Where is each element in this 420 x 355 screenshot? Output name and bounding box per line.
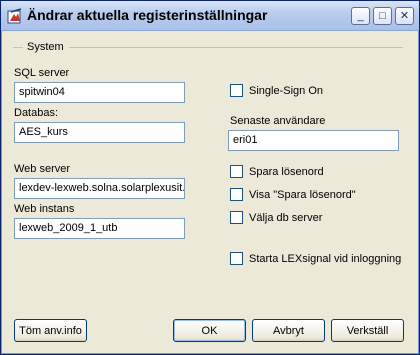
group-divider xyxy=(69,47,403,48)
starta-lexsignal-label: Starta LEXsignal vid inloggning xyxy=(249,252,402,265)
visa-spara-losenord-checkbox[interactable]: Visa "Spara lösenord" xyxy=(230,188,356,201)
maximize-icon: □ xyxy=(379,9,386,22)
checkbox-box[interactable] xyxy=(230,211,243,224)
checkbox-box[interactable] xyxy=(230,188,243,201)
checkbox-box[interactable] xyxy=(230,252,243,265)
starta-lexsignal-checkbox[interactable]: Starta LEXsignal vid inloggning xyxy=(230,252,401,265)
window-title: Ändrar aktuella registerinställningar xyxy=(27,7,268,23)
spara-losenord-label: Spara lösenord xyxy=(249,165,324,178)
minimize-button[interactable]: _ xyxy=(351,7,370,25)
spara-losenord-checkbox[interactable]: Spara lösenord xyxy=(230,165,324,178)
group-divider-left xyxy=(13,47,23,48)
valja-db-server-label: Välja db server xyxy=(249,211,323,224)
visa-spara-losenord-label: Visa "Spara lösenord" xyxy=(249,188,356,201)
maximize-button[interactable]: □ xyxy=(373,7,392,25)
senaste-anvandare-label: Senaste användare xyxy=(230,115,326,127)
settings-dialog: Ändrar aktuella registerinställningar _ … xyxy=(0,0,420,355)
web-instans-input[interactable]: lexweb_2009_1_utb xyxy=(14,218,185,239)
single-sign-on-checkbox[interactable]: Single-Sign On xyxy=(230,84,323,97)
tom-anv-info-button[interactable]: Töm anv.info xyxy=(14,319,87,342)
single-sign-on-label: Single-Sign On xyxy=(249,84,323,97)
minimize-icon: _ xyxy=(357,9,364,22)
databas-input[interactable]: AES_kurs xyxy=(14,122,185,143)
close-icon: ✕ xyxy=(399,9,410,22)
web-server-label: Web server xyxy=(14,163,71,175)
avbryt-button[interactable]: Avbryt xyxy=(252,319,325,342)
sql-server-input[interactable]: spitwin04 xyxy=(14,82,185,103)
title-bar[interactable]: Ändrar aktuella registerinställningar _ … xyxy=(1,1,419,31)
web-server-input[interactable]: lexdev-lexweb.solna.solarplexusit.s xyxy=(14,178,185,199)
group-label-system: System xyxy=(27,41,64,53)
valja-db-server-checkbox[interactable]: Välja db server xyxy=(230,211,322,224)
close-button[interactable]: ✕ xyxy=(395,7,414,25)
checkbox-box[interactable] xyxy=(230,84,243,97)
ok-button[interactable]: OK xyxy=(173,319,246,342)
web-instans-label: Web instans xyxy=(14,203,75,215)
verkstall-button[interactable]: Verkställ xyxy=(331,319,404,342)
app-icon xyxy=(7,8,23,24)
checkbox-box[interactable] xyxy=(230,165,243,178)
sql-server-label: SQL server xyxy=(14,67,70,79)
senaste-anvandare-input[interactable]: eri01 xyxy=(228,130,399,151)
databas-label: Databas: xyxy=(14,107,59,119)
